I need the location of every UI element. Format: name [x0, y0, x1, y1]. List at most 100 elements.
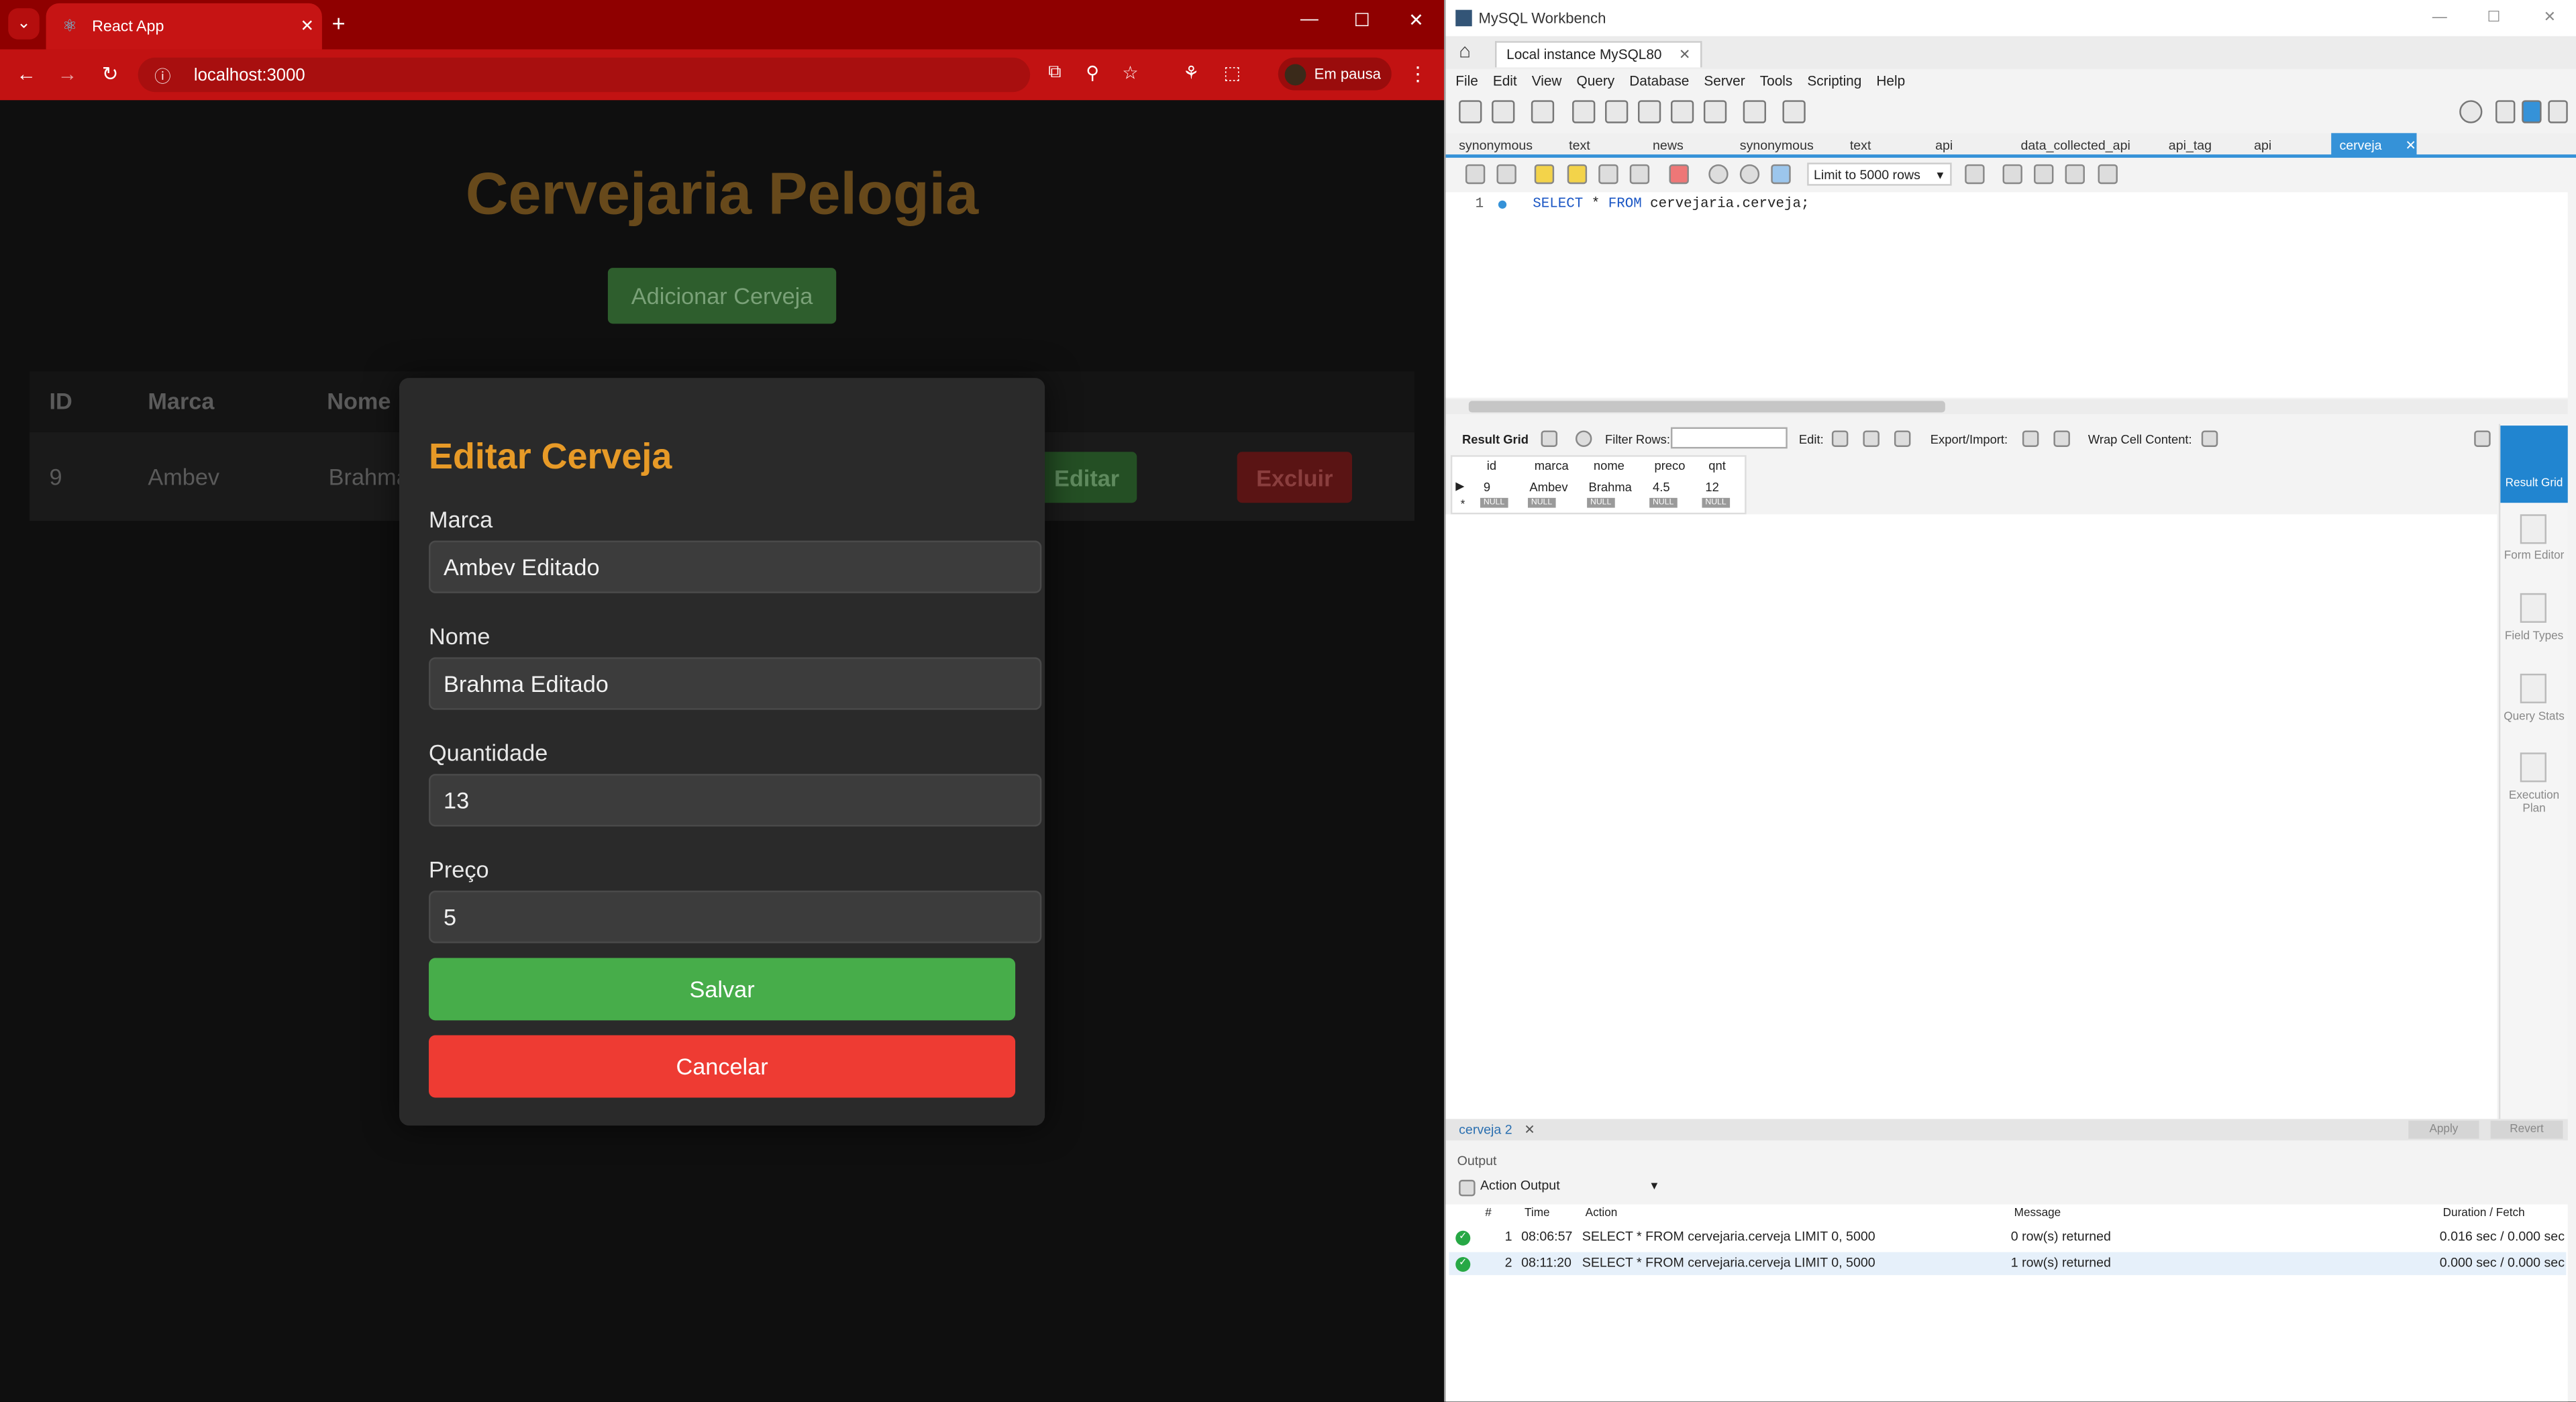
save-icon[interactable]: [1496, 164, 1516, 185]
commit-icon[interactable]: [1708, 164, 1729, 185]
reconnect-icon[interactable]: [1782, 100, 1806, 123]
search-table-icon[interactable]: [1743, 100, 1766, 123]
toggle-error-icon[interactable]: [1669, 164, 1689, 185]
minimize-icon[interactable]: —: [1293, 10, 1326, 30]
side-result-grid[interactable]: Result Grid: [2500, 425, 2568, 503]
site-info-icon[interactable]: ⓘ: [154, 62, 170, 87]
nome-input[interactable]: [429, 657, 1042, 710]
quantidade-input[interactable]: [429, 774, 1042, 827]
edit-row-icon[interactable]: [1831, 430, 1849, 447]
execute-icon[interactable]: [1534, 164, 1555, 185]
toggle-secondary-sidebar-icon[interactable]: [2548, 100, 2568, 123]
query-tab-3[interactable]: news: [1653, 138, 1684, 153]
sql-editor[interactable]: [1445, 192, 2568, 398]
new-sql-tab-icon[interactable]: [1459, 100, 1482, 123]
copy-output-icon[interactable]: [1459, 1179, 1476, 1197]
create-schema-icon[interactable]: [1572, 100, 1596, 123]
revert-button[interactable]: Revert: [2490, 1120, 2563, 1139]
grid-cell-nome[interactable]: Brahma: [1589, 480, 1632, 495]
home-icon[interactable]: ⌂: [1459, 40, 1471, 62]
bookmark-star-icon[interactable]: ☆: [1117, 62, 1143, 83]
close-query-tab-icon[interactable]: ✕: [2405, 138, 2416, 153]
new-tab-button[interactable]: +: [332, 10, 346, 36]
grid-cell-qnt[interactable]: 12: [1705, 480, 1718, 495]
add-beer-button[interactable]: Adicionar Cerveja: [607, 268, 837, 324]
refresh-icon[interactable]: [1575, 430, 1592, 447]
invisible-chars-icon[interactable]: [2065, 164, 2085, 185]
wb-close-icon[interactable]: ✕: [2535, 8, 2565, 26]
scrollbar-thumb[interactable]: [1468, 401, 1945, 413]
create-function-icon[interactable]: [1703, 100, 1727, 123]
wrap-lines-icon[interactable]: [2098, 164, 2118, 185]
side-query-stats[interactable]: Query Stats: [2500, 711, 2567, 725]
settings-gear-icon[interactable]: [2459, 100, 2483, 123]
cast-icon[interactable]: ⧉: [1041, 62, 1068, 84]
query-tab-2[interactable]: text: [1569, 138, 1590, 153]
address-bar[interactable]: ⓘ localhost:3000: [138, 57, 1031, 93]
apply-button[interactable]: Apply: [2408, 1120, 2479, 1139]
menu-scripting[interactable]: Scripting: [1807, 72, 1861, 89]
connection-tab[interactable]: Local instance MySQL80 ✕: [1494, 41, 1702, 68]
stop-icon[interactable]: [1629, 164, 1650, 185]
output-type-select[interactable]: Action Output ▾: [1480, 1178, 1657, 1199]
grid-header-preco[interactable]: preco: [1654, 458, 1685, 473]
toggle-panel-icon[interactable]: [2474, 430, 2491, 447]
query-tab-6[interactable]: api: [1935, 138, 1953, 153]
extension-icon[interactable]: ⚘: [1178, 62, 1204, 83]
execute-current-icon[interactable]: [1567, 164, 1588, 185]
explain-icon[interactable]: [1598, 164, 1618, 185]
menu-server[interactable]: Server: [1704, 72, 1745, 89]
export-icon[interactable]: [2022, 430, 2039, 447]
inspector-icon[interactable]: [1531, 100, 1555, 123]
zoom-icon[interactable]: ⚲: [1080, 62, 1106, 83]
browser-tab[interactable]: ⚛ React App ✕: [46, 3, 322, 50]
grid-cell-marca[interactable]: Ambev: [1529, 480, 1567, 495]
tab-search-button[interactable]: ⌄: [8, 8, 40, 40]
menu-file[interactable]: File: [1455, 72, 1478, 89]
delete-row-icon[interactable]: [1894, 430, 1911, 447]
bookmark-icon[interactable]: [1965, 164, 1985, 185]
forward-icon[interactable]: →: [54, 62, 81, 85]
limit-rows-select[interactable]: Limit to 5000 rows ▾: [1807, 162, 1952, 186]
autocommit-icon[interactable]: [1771, 164, 1791, 185]
menu-tools[interactable]: Tools: [1760, 72, 1793, 89]
close-tab-icon[interactable]: ✕: [293, 17, 322, 36]
close-result-tab-icon[interactable]: ✕: [1524, 1122, 1535, 1137]
wrap-cell-icon[interactable]: [2201, 430, 2218, 447]
marca-input[interactable]: [429, 540, 1042, 593]
grid-cell-id[interactable]: 9: [1484, 480, 1490, 495]
query-tab-8[interactable]: api_tag: [2169, 138, 2212, 153]
query-tab-9[interactable]: api: [2254, 138, 2271, 153]
menu-edit[interactable]: Edit: [1493, 72, 1517, 89]
cancel-button[interactable]: Cancelar: [429, 1035, 1016, 1098]
menu-query[interactable]: Query: [1577, 72, 1615, 89]
chrome-menu-icon[interactable]: ⋮: [1404, 62, 1431, 85]
create-table-icon[interactable]: [1605, 100, 1629, 123]
filter-rows-input[interactable]: [1670, 427, 1788, 449]
create-view-icon[interactable]: [1637, 100, 1661, 123]
import-icon[interactable]: [2053, 430, 2070, 447]
query-tab-1[interactable]: synonymous: [1459, 138, 1533, 153]
open-sql-file-icon[interactable]: [1492, 100, 1515, 123]
menu-help[interactable]: Help: [1876, 72, 1905, 89]
close-window-icon[interactable]: ✕: [1400, 10, 1433, 31]
grid-header-qnt[interactable]: qnt: [1708, 458, 1726, 473]
save-button[interactable]: Salvar: [429, 958, 1016, 1021]
find-icon[interactable]: [2034, 164, 2054, 185]
grid-header-nome[interactable]: nome: [1594, 458, 1625, 473]
add-row-icon[interactable]: [1863, 430, 1879, 447]
query-tab-7[interactable]: data_collected_api: [2020, 138, 2130, 153]
result-tab[interactable]: cerveja 2 ✕: [1459, 1122, 1535, 1137]
query-tab-4[interactable]: synonymous: [1740, 138, 1814, 153]
side-execution-plan[interactable]: Execution Plan: [2500, 791, 2567, 817]
open-folder-icon[interactable]: [1465, 164, 1486, 185]
delete-button[interactable]: Excluir: [1237, 452, 1352, 503]
query-tab-5[interactable]: text: [1850, 138, 1871, 153]
menu-database[interactable]: Database: [1629, 72, 1689, 89]
grid-icon[interactable]: [1541, 430, 1558, 447]
toggle-output-icon[interactable]: [2522, 100, 2542, 123]
sql-text[interactable]: SELECT * FROM cervejaria.cerveja;: [1533, 195, 1809, 211]
grid-header-id[interactable]: id: [1487, 458, 1496, 473]
back-icon[interactable]: ←: [13, 62, 40, 85]
preco-input[interactable]: [429, 891, 1042, 944]
